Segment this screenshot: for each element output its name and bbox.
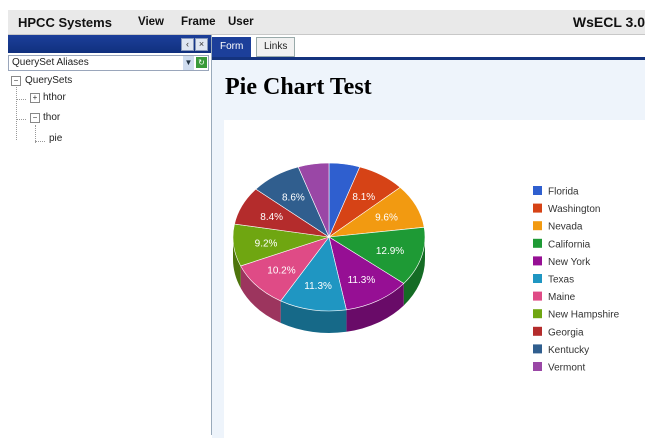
legend-swatch-nevada	[533, 221, 542, 231]
tab-bar: Form Links	[212, 35, 645, 60]
legend-swatch-vermont	[533, 362, 542, 371]
legend-label-texas: Texas	[548, 275, 574, 286]
legend-swatch-new-york	[533, 256, 542, 266]
left-panel-header: ‹ ×	[8, 35, 211, 53]
pie-data-label: 8.1%	[352, 192, 375, 203]
tree-item-pie[interactable]: pie	[49, 133, 62, 144]
close-icon[interactable]: ×	[195, 38, 208, 51]
pie-data-label: 8.6%	[282, 193, 305, 204]
pie-data-label: 12.9%	[376, 246, 404, 257]
pie-data-label: 9.2%	[255, 239, 278, 250]
menu-frame[interactable]: Frame	[181, 16, 216, 28]
pie-data-label: 8.4%	[260, 212, 283, 223]
legend-label-maine: Maine	[548, 292, 576, 303]
legend-label-washington: Washington	[548, 204, 600, 215]
legend-label-new-york: New York	[548, 257, 591, 268]
tree-item-hthor[interactable]: hthor	[43, 92, 66, 103]
queryset-select-value: QuerySet Aliases	[12, 57, 89, 68]
app-version: WsECL 3.0	[572, 14, 645, 30]
legend-label-georgia: Georgia	[548, 327, 584, 338]
tree-toggle-thor[interactable]: −	[30, 113, 40, 123]
legend-label-california: California	[548, 239, 591, 250]
legend-swatch-kentucky	[533, 344, 542, 354]
menubar: HPCC Systems View Frame User WsECL 3.0	[8, 10, 645, 35]
queryset-select[interactable]: QuerySet Aliases ▼ ↻	[8, 55, 209, 71]
legend-swatch-new-hampshire	[533, 309, 542, 319]
legend-label-kentucky: Kentucky	[548, 345, 589, 356]
chart-area: 8.1% 9.6% 12.9% 11.3% 11.3% 10.2% 9.2% 8.4% 8.6%…	[224, 120, 645, 438]
collapse-left-icon[interactable]: ‹	[181, 38, 194, 51]
main-panel: Form Links Pie Chart Test 8.1% 9.6% 12.9% 1…	[212, 35, 645, 438]
tree-item-thor[interactable]: thor	[43, 112, 60, 123]
left-panel: ‹ × QuerySet Aliases ▼ ↻ − QuerySets + h…	[8, 35, 212, 435]
legend-swatch-washington	[533, 203, 542, 213]
legend-label-vermont: Vermont	[548, 363, 585, 374]
tree-item-querysets[interactable]: QuerySets	[25, 75, 72, 86]
legend-swatch-california	[533, 238, 542, 248]
legend-swatch-florida	[533, 186, 542, 195]
brand-logo: HPCC Systems	[18, 15, 112, 30]
tree-toggle-hthor[interactable]: +	[30, 93, 40, 103]
legend-swatch-georgia	[533, 326, 542, 336]
pie-data-label: 11.3%	[304, 281, 332, 292]
legend-label-new-hampshire: New Hampshire	[548, 310, 620, 321]
content-area: Pie Chart Test 8.1% 9.6% 12.9% 11.3% 11.3% 10…	[212, 60, 645, 438]
tab-form[interactable]: Form	[212, 37, 252, 57]
menu-view[interactable]: View	[138, 16, 164, 28]
chevron-down-icon[interactable]: ▼	[183, 56, 194, 70]
menu-user[interactable]: User	[228, 16, 254, 28]
legend-swatch-maine	[533, 291, 542, 301]
legend-label-florida: Florida	[548, 187, 579, 198]
tab-links[interactable]: Links	[256, 37, 296, 57]
pie-data-label: 9.6%	[375, 212, 398, 223]
legend-label-nevada: Nevada	[548, 222, 583, 233]
pie-chart: 8.1%9.6% 12.9% 11.3% 11.3% 10.2% 9.2% 8.4% 8.6%…	[232, 162, 620, 374]
pie-data-label: 10.2%	[267, 265, 295, 276]
tree-toggle-queryset[interactable]: −	[11, 76, 21, 86]
legend-swatch-texas	[533, 274, 542, 283]
refresh-icon[interactable]: ↻	[196, 57, 207, 68]
pie-data-label: 11.3%	[348, 275, 376, 286]
page-title: Pie Chart Test	[225, 74, 372, 100]
